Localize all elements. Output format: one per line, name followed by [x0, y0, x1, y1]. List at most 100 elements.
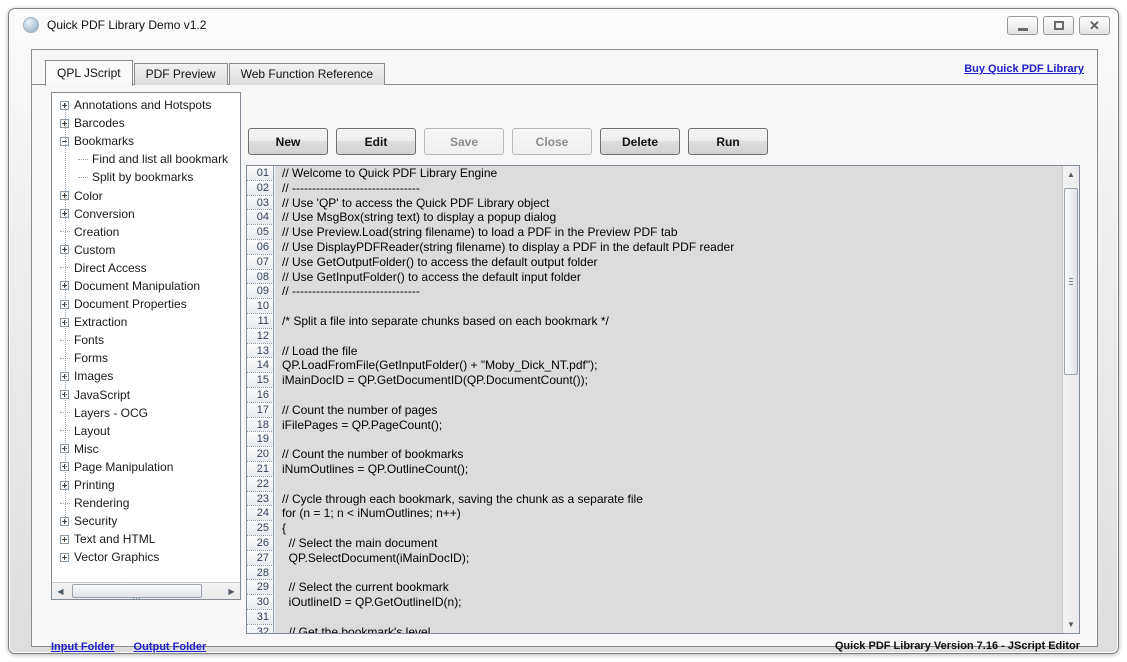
edit-button[interactable]: Edit: [336, 128, 416, 155]
delete-button[interactable]: Delete: [600, 128, 680, 155]
minimize-button[interactable]: [1007, 16, 1038, 35]
tree-item-javascript[interactable]: JavaScript: [52, 386, 240, 404]
line-number: 28: [247, 566, 274, 581]
scroll-up-icon[interactable]: ▲: [1063, 166, 1079, 183]
script-editor[interactable]: 01// Welcome to Quick PDF Library Engine…: [246, 165, 1080, 634]
tree-item-vector-graphics[interactable]: Vector Graphics: [52, 548, 240, 566]
editor-line-24: 24for (n = 1; n < iNumOutlines; n++): [247, 506, 1062, 521]
tree-item-color[interactable]: Color: [52, 186, 240, 204]
new-button[interactable]: New: [248, 128, 328, 155]
tree-item-layout[interactable]: Layout: [52, 422, 240, 440]
tree-item-creation[interactable]: Creation: [52, 223, 240, 241]
script-category-tree: Annotations and HotspotsBarcodes Bookmark…: [51, 92, 241, 600]
code-text: // Use MsgBox(string text) to display a …: [274, 210, 1062, 225]
scroll-down-icon[interactable]: ▼: [1063, 616, 1079, 633]
tree-item-label: Document Manipulation: [74, 279, 200, 293]
tree-item-security[interactable]: Security: [52, 512, 240, 530]
tree-item-page-manipulation[interactable]: Page Manipulation: [52, 458, 240, 476]
code-text: // --------------------------------: [274, 284, 1062, 299]
line-number: 19: [247, 432, 274, 447]
line-number: 02: [247, 181, 274, 196]
code-text: [274, 329, 1062, 344]
tree-item-text-and-html[interactable]: Text and HTML: [52, 530, 240, 548]
line-number: 29: [247, 580, 274, 595]
code-text: // Use GetOutputFolder() to access the d…: [274, 255, 1062, 270]
tree-item-label: Printing: [74, 478, 115, 492]
title-bar: Quick PDF Library Demo v1.2 ✕: [9, 9, 1118, 41]
line-number: 26: [247, 536, 274, 551]
window-title: Quick PDF Library Demo v1.2: [47, 18, 206, 32]
editor-line-21: 21iNumOutlines = QP.OutlineCount();: [247, 462, 1062, 477]
tree-item-extraction[interactable]: Extraction: [52, 313, 240, 331]
scrollbar-grip-icon: [133, 589, 142, 593]
editor-line-17: 17// Count the number of pages: [247, 403, 1062, 418]
buy-quick-pdf-library-link[interactable]: Buy Quick PDF Library: [964, 63, 1084, 75]
tree-item-printing[interactable]: Printing: [52, 476, 240, 494]
editor-line-08: 08// Use GetInputFolder() to access the …: [247, 270, 1062, 285]
tree-item-label: Misc: [74, 442, 99, 456]
tree-item-direct-access[interactable]: Direct Access: [52, 259, 240, 277]
tree-item-images[interactable]: Images: [52, 367, 240, 385]
tree-item-bookmarks[interactable]: Bookmarks: [52, 132, 240, 150]
tree-item-document-properties[interactable]: Document Properties: [52, 295, 240, 313]
editor-line-11: 11/* Split a file into separate chunks b…: [247, 314, 1062, 329]
editor-line-07: 07// Use GetOutputFolder() to access the…: [247, 255, 1062, 270]
tree-item-misc[interactable]: Misc: [52, 440, 240, 458]
editor-rows: 01// Welcome to Quick PDF Library Engine…: [247, 166, 1062, 633]
code-text: [274, 388, 1062, 403]
editor-scrollbar-thumb[interactable]: [1064, 188, 1078, 375]
editor-line-25: 25{: [247, 521, 1062, 536]
tab-pdf-preview[interactable]: PDF Preview: [134, 63, 228, 85]
close-button[interactable]: ✕: [1079, 16, 1110, 35]
line-number: 27: [247, 551, 274, 566]
line-number: 32: [247, 625, 274, 633]
tree-item-fonts[interactable]: Fonts: [52, 331, 240, 349]
line-number: 15: [247, 373, 274, 388]
input-folder-link[interactable]: Input Folder: [51, 641, 115, 653]
tree-item-annotations-and-hotspots[interactable]: Annotations and Hotspots: [52, 96, 240, 114]
line-number: 18: [247, 418, 274, 433]
tree-item-label: Bookmarks: [74, 134, 134, 148]
editor-line-04: 04// Use MsgBox(string text) to display …: [247, 210, 1062, 225]
tree-item-custom[interactable]: Custom: [52, 241, 240, 259]
editor-line-03: 03// Use 'QP' to access the Quick PDF Li…: [247, 196, 1062, 211]
tree-horizontal-scrollbar[interactable]: ◀ ▶: [52, 582, 240, 599]
maximize-button[interactable]: [1043, 16, 1074, 35]
line-number: 14: [247, 358, 274, 373]
tree-scrollbar-thumb[interactable]: [72, 584, 202, 598]
code-text: QP.SelectDocument(iMainDocID);: [274, 551, 1062, 566]
editor-vertical-scrollbar[interactable]: ▲ ▼: [1062, 166, 1079, 633]
scroll-left-icon[interactable]: ◀: [52, 583, 69, 599]
tree-item-find-and-list-all-bookmark[interactable]: Find and list all bookmark: [52, 150, 240, 168]
run-button[interactable]: Run: [688, 128, 768, 155]
editor-line-06: 06// Use DisplayPDFReader(string filenam…: [247, 240, 1062, 255]
tree-item-barcodes[interactable]: Barcodes: [52, 114, 240, 132]
editor-line-05: 05// Use Preview.Load(string filename) t…: [247, 225, 1062, 240]
tree-item-label: Layers - OCG: [74, 406, 148, 420]
tree-item-conversion[interactable]: Conversion: [52, 205, 240, 223]
tab-qpl-jscript[interactable]: QPL JScript: [45, 60, 133, 86]
editor-line-23: 23// Cycle through each bookmark, saving…: [247, 492, 1062, 507]
tree-item-forms[interactable]: Forms: [52, 349, 240, 367]
tree-connector: [78, 159, 88, 160]
code-text: [274, 477, 1062, 492]
editor-line-16: 16: [247, 388, 1062, 403]
tree-item-label: Fonts: [74, 333, 104, 347]
output-folder-link[interactable]: Output Folder: [134, 641, 207, 653]
tree-item-document-manipulation[interactable]: Document Manipulation: [52, 277, 240, 295]
close-icon: ✕: [1089, 19, 1100, 32]
tree-item-rendering[interactable]: Rendering: [52, 494, 240, 512]
editor-line-09: 09// --------------------------------: [247, 284, 1062, 299]
code-text: [274, 566, 1062, 581]
editor-line-01: 01// Welcome to Quick PDF Library Engine: [247, 166, 1062, 181]
editor-line-12: 12: [247, 329, 1062, 344]
tree-item-label: Custom: [74, 243, 115, 257]
scroll-right-icon[interactable]: ▶: [223, 583, 240, 599]
expand-icon[interactable]: [60, 535, 69, 544]
scrollbar-grip-icon: [1069, 278, 1073, 287]
tree-item-layers-ocg[interactable]: Layers - OCG: [52, 404, 240, 422]
code-text: // Cycle through each bookmark, saving t…: [274, 492, 1062, 507]
expand-icon[interactable]: [60, 553, 69, 562]
tree-item-split-by-bookmarks[interactable]: Split by bookmarks: [52, 168, 240, 186]
tab-web-function-reference[interactable]: Web Function Reference: [229, 63, 386, 85]
